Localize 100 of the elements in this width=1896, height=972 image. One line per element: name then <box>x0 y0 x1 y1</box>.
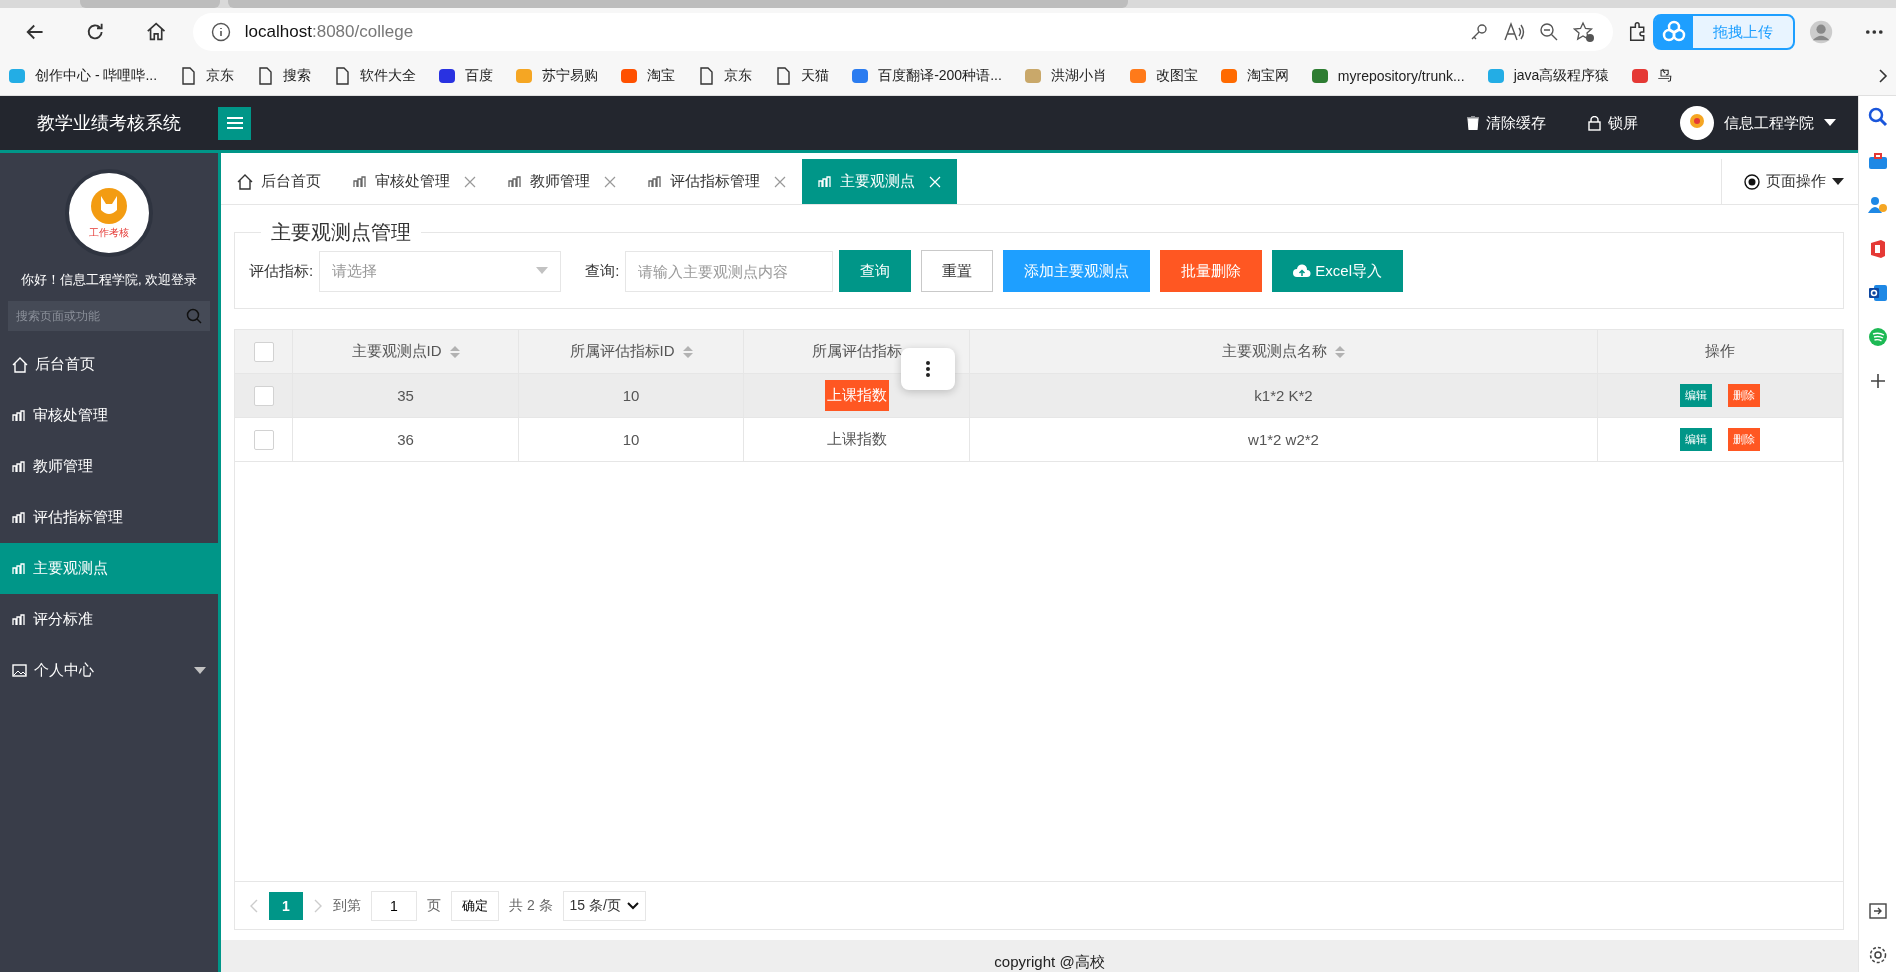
document-icon <box>774 66 793 85</box>
menu-button[interactable] <box>218 106 251 140</box>
column-header[interactable]: 所属评估指标ID <box>519 330 744 374</box>
indicator-text: 上课指数 <box>824 380 889 411</box>
toolbox-icon[interactable] <box>1866 150 1889 172</box>
action-button[interactable]: Excel导入 <box>1272 250 1404 292</box>
zoom-out-icon[interactable] <box>1538 22 1559 42</box>
people-icon[interactable] <box>1866 194 1889 216</box>
sidebar-item[interactable]: 个人中心 <box>0 645 218 696</box>
document-icon <box>179 66 198 85</box>
caret-icon <box>536 267 549 275</box>
chevron-right-icon[interactable] <box>1878 67 1888 84</box>
caret-icon <box>1824 119 1836 127</box>
bookmark[interactable]: 鸟 <box>1631 66 1673 85</box>
page-tab[interactable]: 教师管理 <box>492 159 632 204</box>
document-icon <box>256 66 275 85</box>
edit-button[interactable]: 编辑 <box>1680 384 1712 407</box>
bookmark[interactable]: 苏宁易购 <box>515 66 599 85</box>
bookmark[interactable]: 百度翻译-200种语... <box>851 66 1002 85</box>
close-icon[interactable] <box>604 175 616 188</box>
table-row[interactable]: 35 10 上课指数 k1*2 K*2 编辑 删除 <box>235 374 1843 418</box>
column-header[interactable]: 主要观测点名称 <box>970 330 1598 374</box>
total-count: 共 2 条 <box>509 896 553 915</box>
image-icon <box>12 664 27 677</box>
bookmark[interactable]: 京东 <box>179 66 235 85</box>
trash-icon <box>1467 116 1479 130</box>
home-icon <box>237 173 253 190</box>
bookmark[interactable]: myrepository/trunk... <box>1310 66 1465 85</box>
favorite-star-icon[interactable] <box>1572 21 1595 43</box>
sidebar-item[interactable]: 主要观测点 <box>0 543 218 594</box>
sort-icon <box>1335 344 1345 359</box>
read-aloud-icon[interactable] <box>1502 22 1525 42</box>
bookmark[interactable]: 淘宝网 <box>1219 66 1289 85</box>
chevron-down-icon <box>626 901 639 910</box>
row-checkbox[interactable] <box>253 385 274 406</box>
page-size-select[interactable]: 15 条/页 <box>562 890 646 921</box>
bookmark[interactable]: 淘宝 <box>620 66 676 85</box>
more-icon[interactable] <box>1865 29 1884 35</box>
user-menu[interactable]: 信息工程学院 <box>1680 106 1836 140</box>
user-avatar-icon <box>1680 106 1714 140</box>
page-tab[interactable]: 评估指标管理 <box>632 159 802 204</box>
bookmark[interactable]: 软件大全 <box>333 66 417 85</box>
page-unit: 页 <box>427 896 441 915</box>
bookmark[interactable]: 天猫 <box>774 66 830 85</box>
mail-icon[interactable] <box>1866 282 1889 304</box>
stats-page-icon <box>12 511 26 524</box>
action-button[interactable]: 查询 <box>839 250 912 292</box>
sidebar-item[interactable]: 评估指标管理 <box>0 492 218 543</box>
header-action[interactable]: 锁屏 <box>1588 113 1638 133</box>
sidebar-item[interactable]: 教师管理 <box>0 441 218 492</box>
header-action[interactable]: 清除缓存 <box>1467 113 1546 133</box>
search-icon[interactable] <box>1866 106 1889 128</box>
bookmark[interactable]: 改图宝 <box>1128 66 1198 85</box>
stats-page-icon <box>353 175 367 188</box>
lock-icon <box>1588 115 1601 131</box>
action-button[interactable]: 重置 <box>921 250 994 292</box>
page-tab[interactable]: 主要观测点 <box>802 159 957 204</box>
edit-button[interactable]: 编辑 <box>1680 428 1712 451</box>
info-icon <box>210 22 231 42</box>
sidebar-toggle-icon[interactable] <box>1866 900 1889 922</box>
sidebar-search-field[interactable]: 搜索页面或功能 <box>8 301 210 331</box>
bookmark[interactable]: 创作中心 - 哔哩哔... <box>8 66 158 85</box>
bookmark[interactable]: 洪湖小肖 <box>1023 66 1107 85</box>
stats-page-icon <box>648 175 662 188</box>
bookmark[interactable]: java高级程序猿 <box>1486 66 1610 85</box>
document-icon <box>333 66 352 85</box>
page-tab[interactable]: 审核处管理 <box>337 159 492 204</box>
page-input[interactable]: 1 <box>371 890 417 921</box>
goto-label: 到第 <box>333 896 361 915</box>
url-text: localhost:8080/college <box>244 22 415 42</box>
more-icon <box>926 361 930 377</box>
sidebar-item[interactable]: 后台首页 <box>0 339 218 390</box>
column-header[interactable]: 主要观测点ID <box>293 330 519 374</box>
address-bar[interactable]: localhost:8080/college <box>192 13 1613 51</box>
close-icon[interactable] <box>774 175 786 188</box>
sidebar-item[interactable]: 审核处管理 <box>0 390 218 441</box>
music-icon[interactable] <box>1866 326 1889 348</box>
column-header: 操作 <box>1598 330 1843 374</box>
field-label: 评估指标: <box>249 261 314 281</box>
query-input[interactable]: 请输入主要观测点内容 <box>625 250 834 292</box>
page-tab[interactable]: 后台首页 <box>221 159 337 204</box>
stats-page-icon <box>12 409 26 422</box>
bookmark[interactable]: 京东 <box>697 66 753 85</box>
profile-avatar-icon[interactable] <box>1809 19 1834 45</box>
welcome-text: 你好！信息工程学院, 欢迎登录 <box>19 271 199 289</box>
bookmark[interactable]: 搜索 <box>256 66 312 85</box>
bookmark[interactable]: 百度 <box>438 66 494 85</box>
select-all-checkbox[interactable] <box>253 341 274 362</box>
target-icon <box>1744 173 1760 190</box>
home-icon <box>12 356 28 373</box>
copyright-text: copyright @高校 <box>994 953 1105 972</box>
row-checkbox[interactable] <box>253 429 274 450</box>
cloud-upload-icon <box>1293 264 1312 278</box>
sidebar-item[interactable]: 评分标准 <box>0 594 218 645</box>
confirm-button[interactable]: 确定 <box>451 890 499 921</box>
sort-icon <box>682 344 693 359</box>
stats-page-icon <box>12 562 26 575</box>
close-icon[interactable] <box>464 175 476 188</box>
page-number[interactable]: 1 <box>269 891 303 920</box>
table-row[interactable]: 36 10 上课指数 w1*2 w2*2 编辑 删除 <box>235 418 1843 462</box>
